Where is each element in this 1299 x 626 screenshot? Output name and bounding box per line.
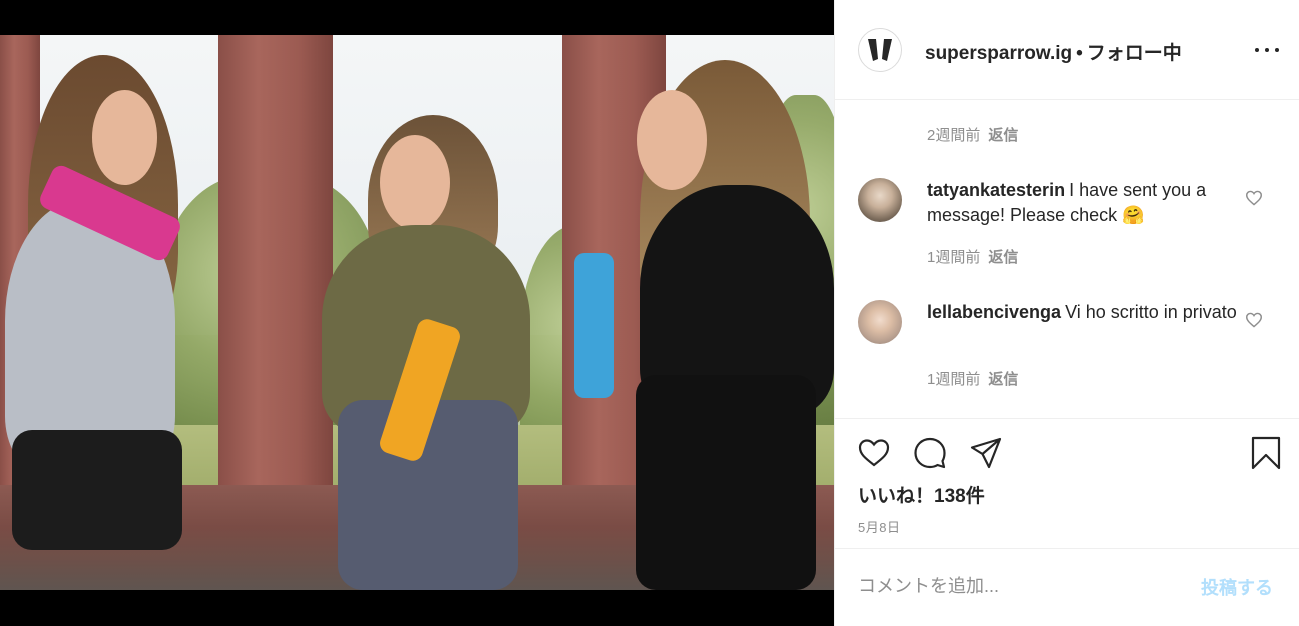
post-author-username[interactable]: supersparrow.ig (925, 43, 1072, 64)
header-username-line: supersparrow.ig • フォロー中 (925, 38, 1182, 65)
supersparrow-logo-icon (868, 39, 892, 61)
comment-input[interactable] (858, 571, 1178, 601)
stone-pillar (218, 35, 333, 495)
comment-time: 1週間前 (927, 371, 981, 388)
reply-button[interactable]: 返信 (988, 249, 1018, 266)
comment-username[interactable]: tatyankatesterin (927, 180, 1065, 200)
comment-time: 1週間前 (927, 249, 981, 266)
avatar[interactable] (858, 300, 902, 344)
comment-username[interactable]: lellabencivenga (927, 302, 1061, 322)
comment-meta: 1週間前 返信 (927, 246, 1018, 267)
follow-status-button[interactable]: フォロー中 (1087, 43, 1182, 64)
post-sidebar: supersparrow.ig • フォロー中 2週間前 返信 tatyankates… (834, 0, 1299, 626)
blue-bottle (574, 253, 614, 398)
instagram-post: supersparrow.ig • フォロー中 2週間前 返信 tatyankates… (0, 0, 1299, 626)
post-comment-button[interactable]: 投稿する (1201, 574, 1273, 600)
heart-outline-icon[interactable] (1245, 190, 1263, 206)
comments-list: 2週間前 返信 tatyankatesterin I have sent you a… (835, 100, 1299, 418)
post-photo[interactable] (0, 35, 834, 590)
avatar[interactable] (858, 178, 902, 222)
avatar[interactable] (858, 28, 902, 72)
post-media (0, 0, 834, 626)
reply-button[interactable]: 返信 (988, 371, 1018, 388)
comment-meta: 1週間前 返信 (927, 368, 1018, 389)
comment-text: lellabencivenga Vi ho scritto in privato (927, 300, 1247, 325)
comment-time: 2週間前 (927, 127, 981, 144)
paper-plane-icon[interactable] (969, 436, 1003, 470)
comment-bubble-icon[interactable] (913, 436, 947, 470)
post-header: supersparrow.ig • フォロー中 (835, 0, 1299, 100)
heart-outline-icon[interactable] (1245, 312, 1263, 328)
header-separator: • (1076, 43, 1083, 64)
post-date[interactable]: 5月8日 (858, 517, 900, 536)
comment-text: tatyankatesterin I have sent you a messag… (927, 178, 1247, 228)
heart-outline-icon[interactable] (857, 436, 891, 470)
more-options-icon[interactable] (1255, 40, 1279, 60)
comment-body: Vi ho scritto in privato (1065, 302, 1237, 322)
bookmark-icon[interactable] (1249, 436, 1283, 470)
add-comment-bar: 投稿する (835, 548, 1299, 626)
reply-button[interactable]: 返信 (988, 127, 1018, 144)
post-actions: いいね！138件 5月8日 (835, 418, 1299, 548)
comment-meta: 2週間前 返信 (927, 124, 1018, 145)
likes-count[interactable]: いいね！138件 (858, 481, 985, 508)
